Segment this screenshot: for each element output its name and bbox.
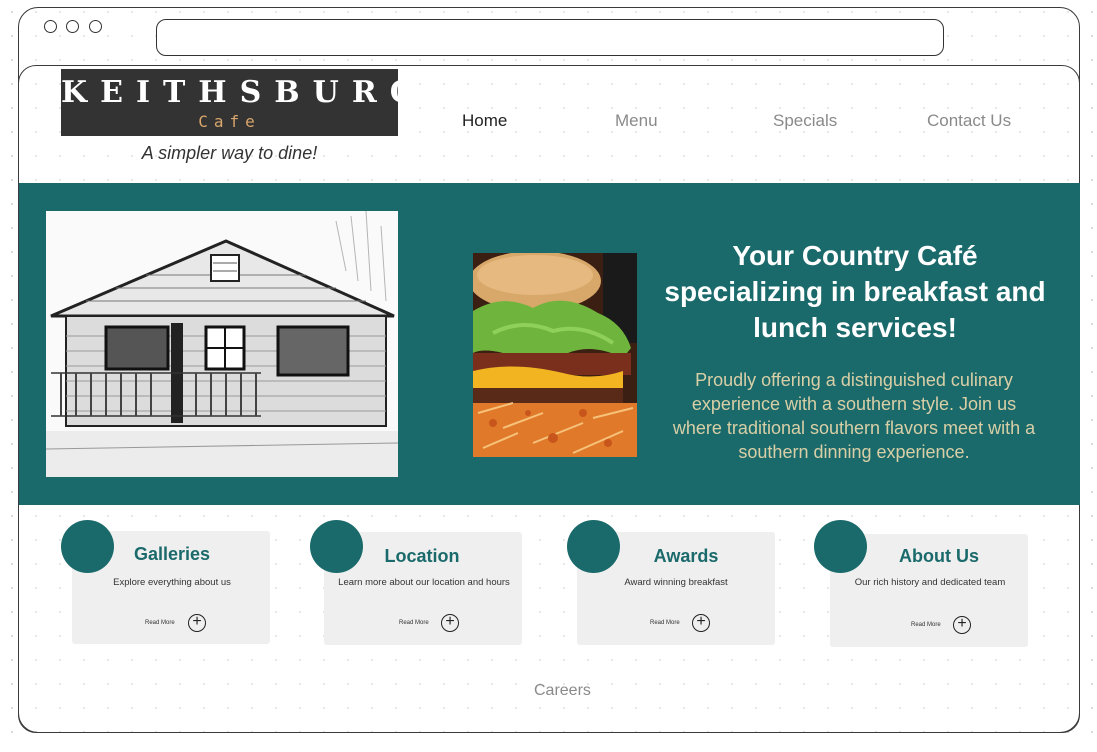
card-location-title: Location	[384, 546, 460, 566]
card-location-icon	[310, 520, 363, 573]
card-location-read-more[interactable]: Read More	[399, 620, 429, 626]
plus-circle-icon[interactable]: +	[692, 614, 710, 632]
plus-circle-icon[interactable]: +	[441, 614, 459, 632]
address-bar[interactable]	[156, 19, 944, 56]
cafe-building-image	[46, 211, 398, 477]
nav-home[interactable]: Home	[462, 111, 507, 131]
window-control-icon[interactable]	[66, 20, 79, 33]
logo-name: KEITHSBURG	[61, 75, 429, 110]
plus-circle-icon[interactable]: +	[953, 616, 971, 634]
card-about-us-icon	[814, 520, 867, 573]
tagline: A simpler way to dine!	[141, 143, 318, 163]
card-galleries-title: Galleries	[133, 544, 211, 564]
card-galleries-icon	[61, 520, 114, 573]
card-location-description: Learn more about our location and hours	[338, 577, 510, 588]
logo-subtitle: Cafe	[198, 112, 261, 131]
card-galleries-read-more[interactable]: Read More	[145, 620, 175, 626]
careers-link[interactable]: Careers	[534, 682, 591, 700]
window-control-icon[interactable]	[44, 20, 57, 33]
hero-title: Your Country Café specializing in breakf…	[664, 240, 1046, 343]
window-control-icon[interactable]	[89, 20, 102, 33]
nav-specials[interactable]: Specials	[773, 111, 837, 131]
nav-contact-us[interactable]: Contact Us	[927, 111, 1011, 131]
card-awards-description: Award winning breakfast	[624, 577, 728, 588]
logo[interactable]: KEITHSBURG Cafe	[61, 69, 429, 136]
hero-description: Proudly offering a distinguished culinar…	[672, 370, 1036, 462]
card-awards-read-more[interactable]: Read More	[650, 620, 680, 626]
card-awards-title: Awards	[653, 546, 719, 566]
card-about-us-description: Our rich history and dedicated team	[854, 577, 1006, 588]
card-about-us-read-more[interactable]: Read More	[911, 622, 941, 628]
card-about-us-title: About Us	[899, 546, 979, 566]
nav-menu[interactable]: Menu	[615, 111, 658, 131]
card-awards-icon	[567, 520, 620, 573]
plus-circle-icon[interactable]: +	[188, 614, 206, 632]
card-galleries-description: Explore everything about us	[113, 577, 231, 588]
burger-image	[473, 253, 637, 457]
